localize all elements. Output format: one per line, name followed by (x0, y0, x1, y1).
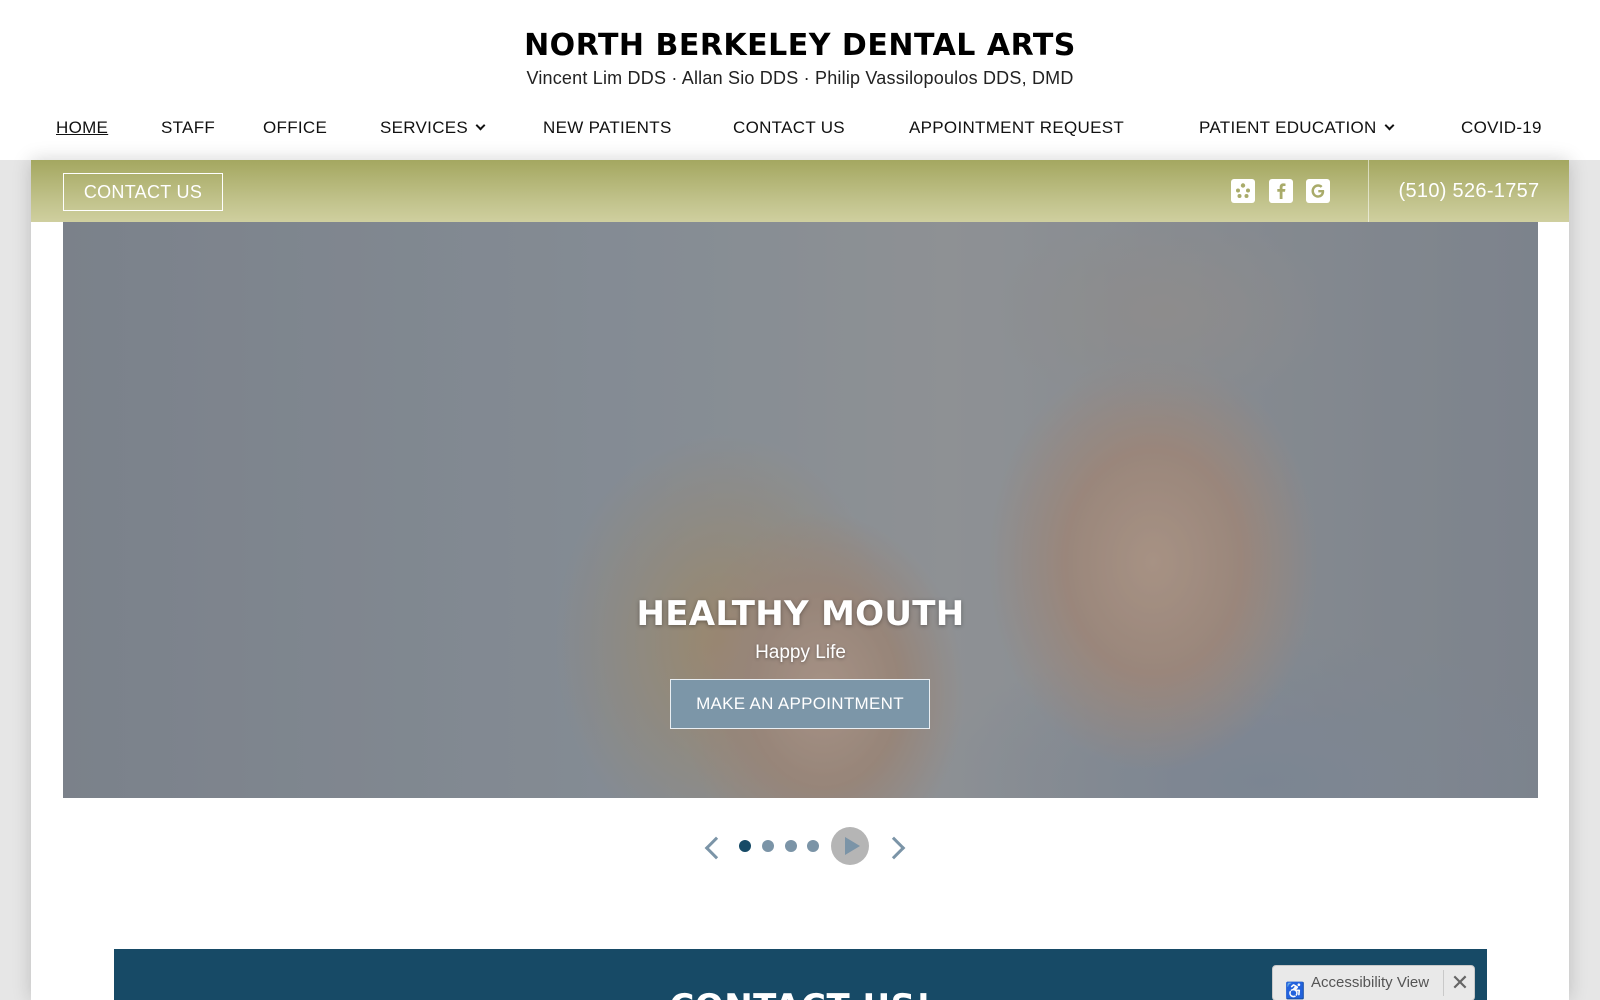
hero-title: HEALTHY MOUTH (636, 594, 965, 634)
hero-slide: HEALTHY MOUTH Happy Life MAKE AN APPOINT… (63, 222, 1538, 798)
hero-subtitle: Happy Life (755, 642, 846, 663)
site-title[interactable]: NORTH BERKELEY DENTAL ARTS (0, 28, 1600, 63)
nav-contact-us[interactable]: CONTACT US (733, 118, 845, 138)
facebook-glyph (1277, 183, 1286, 199)
google-icon[interactable] (1306, 179, 1330, 203)
nav-patient-education-label: PATIENT EDUCATION (1199, 118, 1377, 137)
yelp-glyph (1236, 183, 1250, 198)
facebook-icon[interactable] (1269, 179, 1293, 203)
site-subtitle: Vincent Lim DDS · Allan Sio DDS · Philip… (526, 68, 1074, 88)
topbar-contact-button[interactable]: CONTACT US (63, 173, 223, 211)
main-nav: HOME STAFF OFFICE SERVICES NEW PATIENTS … (0, 118, 1600, 148)
nav-patient-education[interactable]: PATIENT EDUCATION (1199, 118, 1395, 138)
play-icon[interactable] (831, 827, 869, 865)
phone-number[interactable]: (510) 526-1757 (1369, 160, 1569, 222)
accessibility-divider (1443, 970, 1444, 996)
slider-dot-1[interactable] (739, 840, 751, 852)
top-bar: CONTACT US (510) 526-1757 (31, 160, 1569, 222)
nav-new-patients[interactable]: NEW PATIENTS (543, 118, 672, 138)
site-header: NORTH BERKELEY DENTAL ARTS Vincent Lim D… (0, 0, 1600, 160)
nav-home[interactable]: HOME (56, 118, 108, 138)
make-appointment-button[interactable]: MAKE AN APPOINTMENT (670, 679, 930, 729)
nav-services-label: SERVICES (380, 118, 469, 137)
chevron-down-icon (1384, 120, 1395, 131)
chevron-down-icon (475, 120, 486, 131)
nav-appointment-request[interactable]: APPOINTMENT REQUEST (909, 118, 1124, 138)
slider-dot-3[interactable] (785, 840, 797, 852)
nav-office[interactable]: OFFICE (263, 118, 327, 138)
chevron-left-icon[interactable] (704, 836, 728, 860)
nav-covid[interactable]: COVID-19 (1461, 118, 1542, 138)
slider-dot-2[interactable] (762, 840, 774, 852)
accessibility-view-button[interactable]: ♿ Accessibility View (1273, 966, 1441, 1000)
wheelchair-icon: ♿ (1285, 983, 1305, 1000)
nav-services[interactable]: SERVICES (380, 118, 486, 138)
slider-controls (700, 826, 906, 870)
accessibility-view-label: Accessibility View (1311, 974, 1430, 991)
close-icon[interactable]: ✕ (1445, 966, 1475, 1000)
nav-staff[interactable]: STAFF (161, 118, 215, 138)
accessibility-widget: ♿ Accessibility View ✕ (1272, 965, 1475, 1000)
yelp-icon[interactable] (1231, 179, 1255, 203)
google-glyph (1311, 184, 1325, 198)
slider-dot-4[interactable] (807, 840, 819, 852)
